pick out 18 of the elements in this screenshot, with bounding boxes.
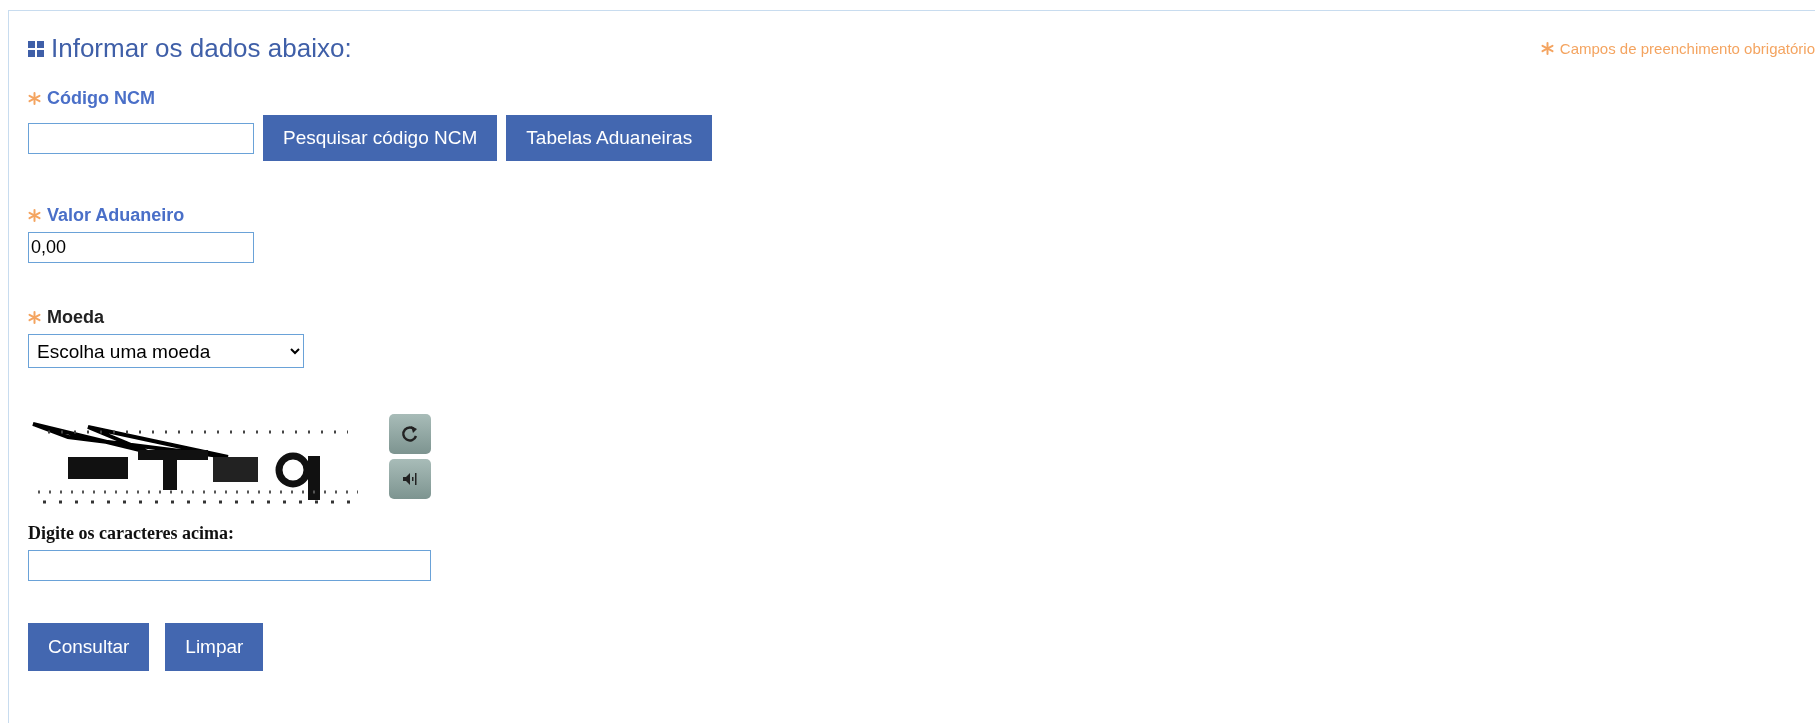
field-label: Moeda [47,307,104,328]
refresh-icon[interactable] [389,414,431,454]
action-button[interactable]: Limpar [165,623,264,671]
currency-dropdown[interactable]: Escolha uma moeda [28,334,304,368]
field-label: Valor Aduaneiro [47,205,185,226]
required-note: Campos de preenchimento obrigatório [1559,40,1815,57]
grid-icon [28,40,44,57]
field-label: Código NCM [47,88,155,109]
action-button[interactable]: Pesquisar código NCM [263,115,498,161]
action-button[interactable]: Consultar [28,623,150,671]
action-button[interactable]: Tabelas Aduaneiras [506,115,713,161]
input-field[interactable]: 0,00 [28,232,254,263]
panel-title: Informar os dados abaixo: [51,33,352,64]
required-asterisk-icon [1540,42,1554,55]
captcha-input-field[interactable] [28,550,431,581]
speaker-icon[interactable] [389,459,431,499]
captcha-label: Digite os caracteres acima: [28,523,236,544]
input-field[interactable] [28,122,254,154]
